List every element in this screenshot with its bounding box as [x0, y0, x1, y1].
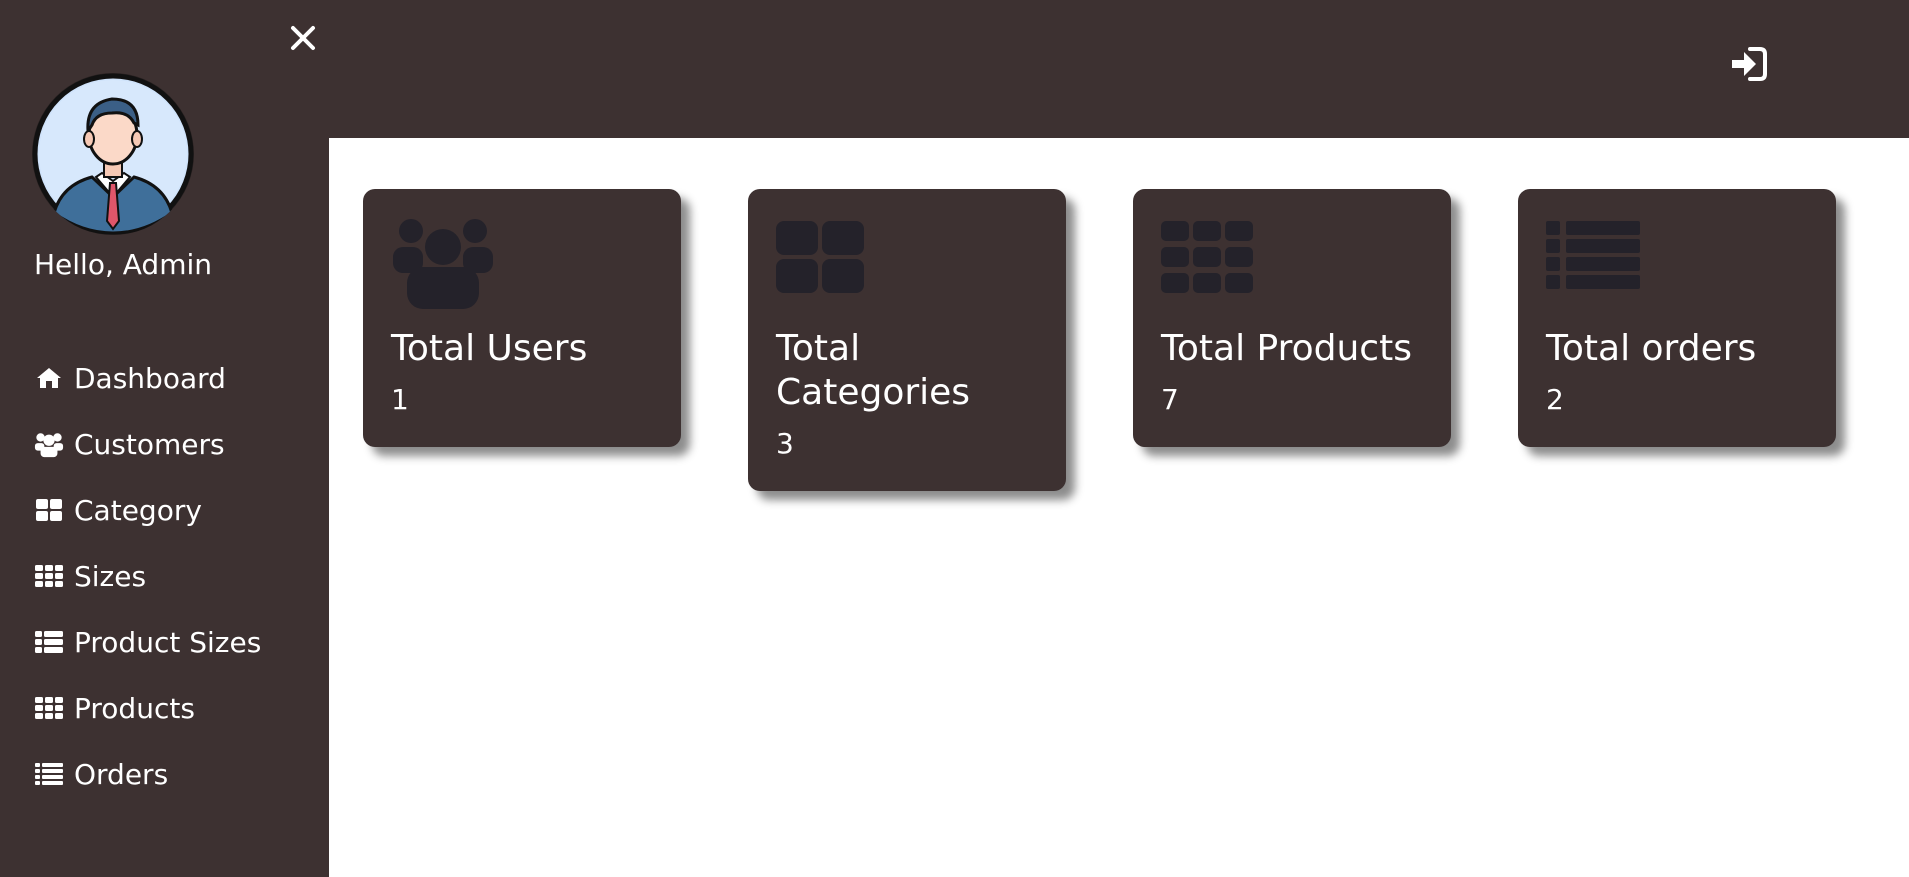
- sidebar-item-label: Product Sizes: [74, 625, 262, 659]
- card-value: 7: [1161, 383, 1179, 416]
- th-list-icon: [34, 629, 64, 655]
- sidebar-item-customers[interactable]: Customers: [34, 411, 261, 477]
- sidebar-item-products[interactable]: Products: [34, 675, 261, 741]
- card-total-categories: Total Categories 3: [748, 189, 1066, 491]
- users-icon: [393, 219, 493, 309]
- sidebar-item-sizes[interactable]: Sizes: [34, 543, 261, 609]
- users-icon: [34, 431, 64, 458]
- card-value: 2: [1546, 383, 1564, 416]
- close-icon[interactable]: [287, 22, 319, 54]
- list-icon: [34, 761, 64, 787]
- home-icon: [34, 365, 64, 391]
- card-title: Total Categories: [776, 328, 971, 413]
- sign-in-icon[interactable]: [1728, 46, 1768, 82]
- th-large-icon: [34, 497, 64, 523]
- card-title: Total orders: [1546, 328, 1757, 369]
- card-title: Total Users: [391, 328, 588, 369]
- card-value: 1: [391, 383, 409, 416]
- card-total-orders: Total orders 2: [1518, 189, 1836, 447]
- th-icon: [34, 563, 64, 589]
- sidebar-item-product-sizes[interactable]: Product Sizes: [34, 609, 261, 675]
- avatar: [32, 73, 194, 235]
- admin-dashboard: Hello, Admin Dashboard Customers Categor…: [0, 0, 1909, 877]
- sidebar: Hello, Admin Dashboard Customers Categor…: [0, 0, 329, 877]
- card-value: 3: [776, 427, 794, 460]
- top-bar: [329, 0, 1909, 138]
- sidebar-nav: Dashboard Customers Category Sizes Produ…: [34, 345, 261, 807]
- th-icon: [34, 695, 64, 721]
- sidebar-item-dashboard[interactable]: Dashboard: [34, 345, 261, 411]
- card-total-users: Total Users 1: [363, 189, 681, 447]
- sidebar-item-label: Category: [74, 493, 202, 527]
- th-large-icon: [776, 221, 864, 293]
- sidebar-item-label: Sizes: [74, 559, 147, 593]
- th-list-icon: [1546, 221, 1640, 289]
- card-title: Total Products: [1161, 328, 1412, 369]
- sidebar-item-label: Orders: [74, 757, 169, 791]
- sidebar-item-category[interactable]: Category: [34, 477, 261, 543]
- sidebar-item-label: Dashboard: [74, 361, 226, 395]
- greeting: Hello, Admin: [34, 248, 213, 281]
- th-icon: [1161, 221, 1253, 293]
- sidebar-item-orders[interactable]: Orders: [34, 741, 261, 807]
- sidebar-item-label: Products: [74, 691, 195, 725]
- sidebar-item-label: Customers: [74, 427, 225, 461]
- card-total-products: Total Products 7: [1133, 189, 1451, 447]
